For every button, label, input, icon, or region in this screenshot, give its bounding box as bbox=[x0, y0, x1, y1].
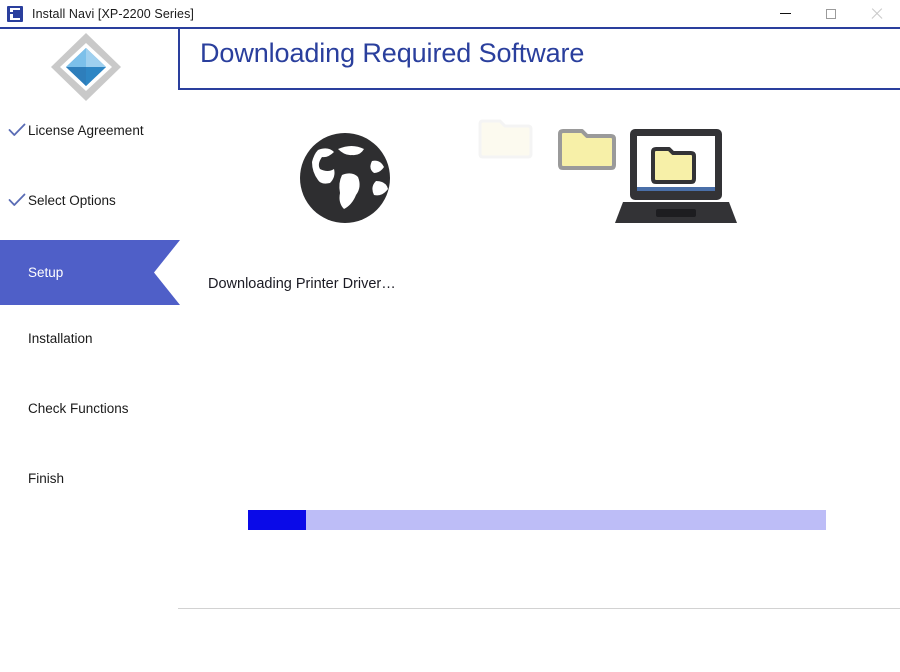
window-controls bbox=[762, 0, 900, 27]
check-icon bbox=[6, 123, 28, 137]
sidebar-steps: License Agreement Select Options Setup I… bbox=[0, 104, 180, 524]
sidebar-item-select-options[interactable]: Select Options bbox=[0, 180, 180, 220]
epson-diamond-logo bbox=[48, 30, 124, 104]
laptop-with-folder-icon bbox=[615, 129, 737, 223]
page-title: Downloading Required Software bbox=[200, 38, 584, 69]
progress-bar bbox=[248, 510, 826, 530]
folder-transit-icon bbox=[560, 131, 614, 168]
minimize-button[interactable] bbox=[762, 0, 808, 27]
download-illustration bbox=[280, 105, 740, 230]
sidebar-item-label: Setup bbox=[28, 265, 63, 280]
progress-bar-fill bbox=[248, 510, 306, 530]
epson-e-icon bbox=[7, 6, 23, 22]
minimize-icon bbox=[780, 13, 791, 15]
titlebar-divider bbox=[0, 27, 900, 29]
folder-ghost-icon bbox=[480, 121, 531, 157]
sidebar-item-label: Installation bbox=[28, 331, 93, 346]
chevron-notch-icon bbox=[154, 240, 180, 305]
globe-icon bbox=[300, 133, 390, 223]
sidebar-item-finish[interactable]: Finish bbox=[0, 458, 180, 498]
close-icon bbox=[871, 8, 883, 20]
install-navi-window: Install Navi [XP-2200 Series] Downloa bbox=[0, 0, 900, 672]
window-title: Install Navi [XP-2200 Series] bbox=[32, 7, 194, 21]
header-divider bbox=[178, 88, 900, 90]
sidebar-item-label: Select Options bbox=[28, 193, 116, 208]
close-button[interactable] bbox=[854, 0, 900, 27]
maximize-button[interactable] bbox=[808, 0, 854, 27]
sidebar-item-label: License Agreement bbox=[28, 123, 144, 138]
check-icon bbox=[6, 193, 28, 207]
sidebar-item-installation[interactable]: Installation bbox=[0, 318, 180, 358]
maximize-icon bbox=[826, 9, 836, 19]
footer-bar bbox=[0, 609, 900, 672]
sidebar-item-label: Finish bbox=[28, 471, 64, 486]
title-bar: Install Navi [XP-2200 Series] bbox=[0, 0, 900, 27]
header-vertical-divider bbox=[178, 29, 180, 89]
sidebar-item-license-agreement[interactable]: License Agreement bbox=[0, 110, 180, 150]
sidebar-item-label: Check Functions bbox=[28, 401, 129, 416]
status-message: Downloading Printer Driver… bbox=[208, 276, 396, 292]
sidebar-item-setup[interactable]: Setup bbox=[0, 240, 180, 305]
sidebar-item-check-functions[interactable]: Check Functions bbox=[0, 388, 180, 428]
